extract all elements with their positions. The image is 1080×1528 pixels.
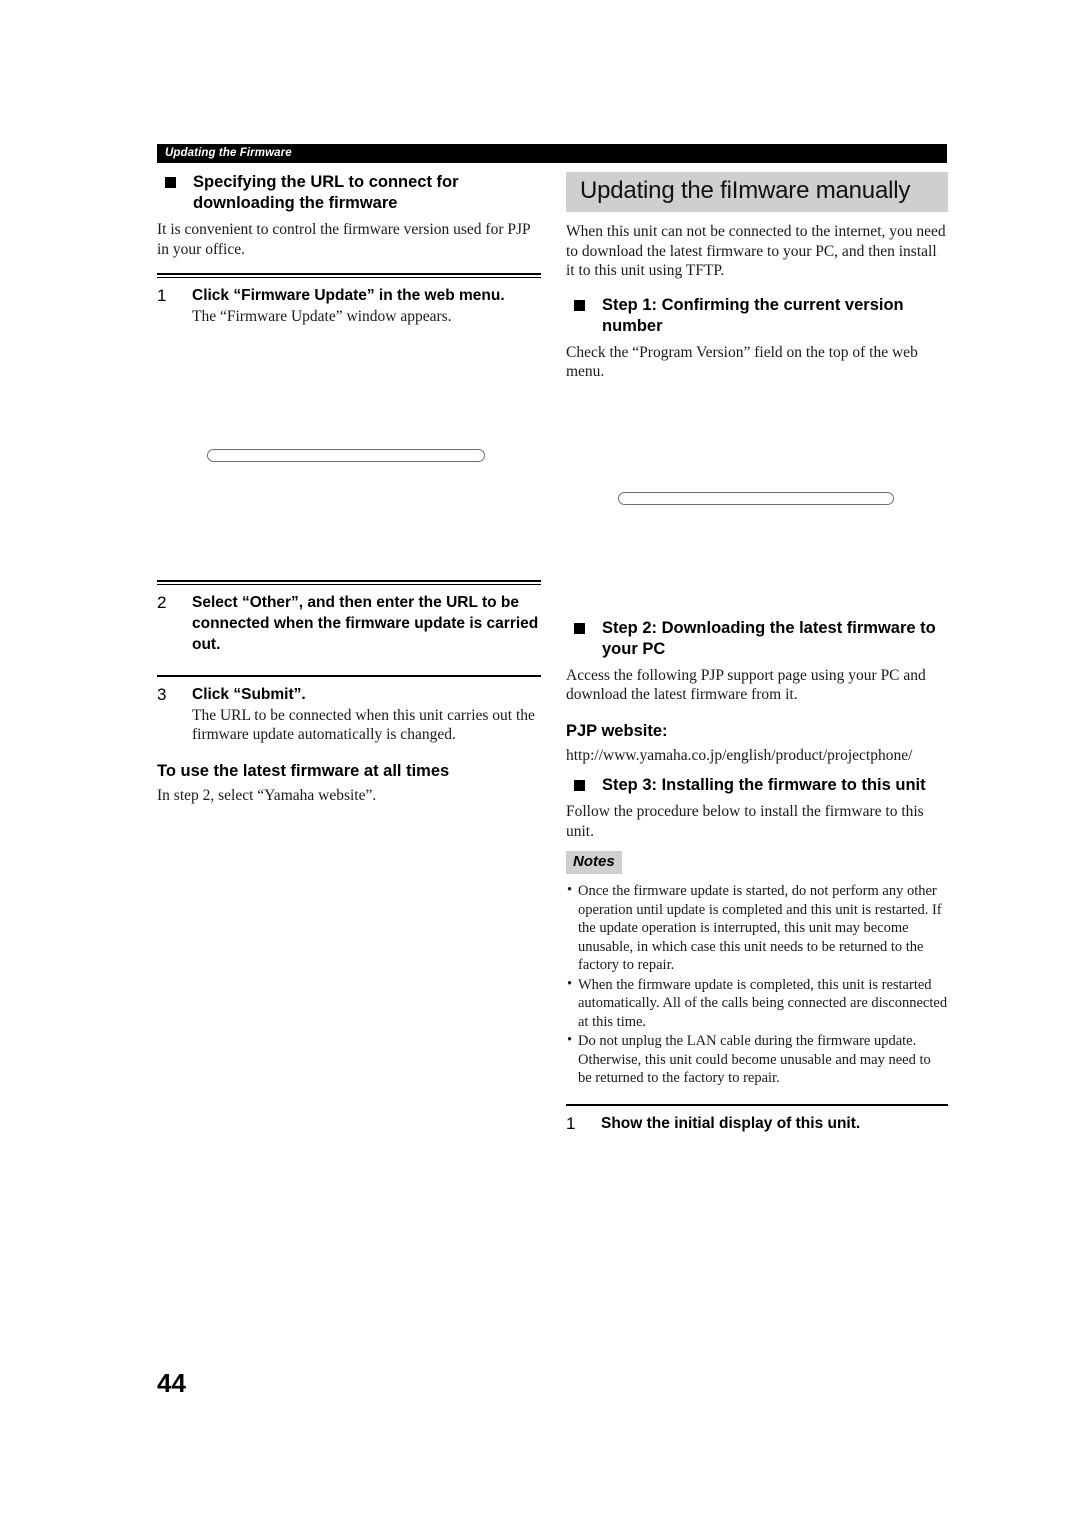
left-section-heading-text: Specifying the URL to connect for downlo… bbox=[193, 173, 459, 212]
pjp-website-label: PJP website: bbox=[566, 721, 668, 740]
step-1-number: 1 bbox=[157, 286, 167, 305]
notes-list: • Once the firmware update is started, d… bbox=[566, 882, 948, 1088]
step-3-block: 3 Click “Submit”. The URL to be connecte… bbox=[157, 674, 541, 745]
black-square-bullet-icon bbox=[165, 177, 176, 188]
notes-block: Notes • Once the firmware update is star… bbox=[566, 851, 948, 1088]
step2-heading-text: Step 2: Downloading the latest firmware … bbox=[602, 618, 936, 658]
figure-placeholder-left-bar bbox=[207, 448, 485, 462]
step1-text: Check the “Program Version” field on the… bbox=[566, 343, 918, 381]
note-item: • Do not unplug the LAN cable during the… bbox=[566, 1032, 948, 1088]
black-square-bullet-icon bbox=[574, 299, 585, 311]
step-1-block: 1 Click “Firmware Update” in the web men… bbox=[157, 273, 541, 327]
tip-text: In step 2, select “Yamaha website”. bbox=[157, 786, 377, 804]
figure-placeholder-right-bar bbox=[618, 491, 894, 505]
tip-heading: To use the latest firmware at all times bbox=[157, 761, 450, 780]
step3-heading: Step 3: Installing the firmware to this … bbox=[566, 775, 948, 796]
step-3-rule bbox=[157, 674, 541, 677]
step-2-number: 2 bbox=[157, 592, 167, 612]
step2-heading: Step 2: Downloading the latest firmware … bbox=[566, 618, 948, 660]
black-square-bullet-icon bbox=[574, 622, 585, 634]
left-intro-paragraph: It is convenient to control the firmware… bbox=[157, 221, 531, 258]
left-column: Specifying the URL to connect for downlo… bbox=[157, 172, 541, 805]
step3-text: Follow the procedure below to install th… bbox=[566, 803, 924, 840]
step-1-title: Click “Firmware Update” in the web menu. bbox=[192, 287, 505, 304]
step-3: 3 Click “Submit”. The URL to be connecte… bbox=[157, 684, 541, 745]
step-3-title: Click “Submit”. bbox=[192, 685, 306, 703]
step-3-description: The URL to be connected when this unit c… bbox=[192, 706, 535, 744]
step-1: 1 Click “Firmware Update” in the web men… bbox=[157, 285, 541, 327]
final-step-title: Show the initial display of this unit. bbox=[601, 1114, 861, 1132]
figure-placeholder-right bbox=[618, 491, 894, 505]
right-column: Updating the fiImware manually When this… bbox=[566, 172, 948, 1134]
note-item: • Once the firmware update is started, d… bbox=[566, 882, 948, 975]
step-3-number: 3 bbox=[157, 684, 167, 704]
note-item: • When the firmware update is completed,… bbox=[566, 976, 948, 1032]
page-number: 44 bbox=[157, 1368, 186, 1398]
step1-heading: Step 1: Confirming the current version n… bbox=[566, 295, 948, 337]
running-header-text: Updating the Firmware bbox=[165, 147, 292, 159]
step1-heading-text: Step 1: Confirming the current version n… bbox=[602, 295, 904, 335]
step-2-block: 2 Select “Other”, and then enter the URL… bbox=[157, 579, 541, 655]
running-header-bar: Updating the Firmware bbox=[157, 144, 947, 163]
final-step-block: 1 Show the initial display of this unit. bbox=[566, 1103, 948, 1134]
bullet-dot-icon: • bbox=[567, 1032, 573, 1048]
figure-placeholder-left bbox=[207, 448, 485, 462]
pjp-website-url[interactable]: http://www.yamaha.co.jp/english/product/… bbox=[566, 746, 948, 766]
step-2: 2 Select “Other”, and then enter the URL… bbox=[157, 592, 541, 655]
step3-heading-text: Step 3: Installing the firmware to this … bbox=[602, 776, 926, 794]
step-1-rule bbox=[157, 273, 541, 278]
final-step: 1 Show the initial display of this unit. bbox=[566, 1113, 948, 1134]
step2-text: Access the following PJP support page us… bbox=[566, 666, 926, 704]
right-section-title: Updating the fiImware manually bbox=[566, 172, 948, 212]
final-step-number: 1 bbox=[566, 1113, 576, 1133]
note-item-text: When the firmware update is completed, t… bbox=[578, 976, 948, 1030]
bullet-dot-icon: • bbox=[567, 975, 573, 992]
note-item-text: Do not unplug the LAN cable during the f… bbox=[578, 1033, 931, 1086]
final-step-rule bbox=[566, 1103, 948, 1106]
right-intro-paragraph: When this unit can not be connected to t… bbox=[566, 223, 946, 279]
note-item-text: Once the firmware update is started, do … bbox=[578, 883, 942, 973]
step-1-description: The “Firmware Update” window appears. bbox=[192, 308, 452, 325]
notes-label: Notes bbox=[566, 851, 622, 874]
bullet-dot-icon: • bbox=[567, 882, 573, 898]
black-square-bullet-icon bbox=[574, 780, 585, 791]
left-section-heading: Specifying the URL to connect for downlo… bbox=[157, 172, 541, 214]
step-2-title: Select “Other”, and then enter the URL t… bbox=[192, 593, 539, 653]
step-2-rule bbox=[157, 579, 541, 585]
manual-page: Updating the Firmware Specifying the URL… bbox=[0, 0, 1080, 1528]
